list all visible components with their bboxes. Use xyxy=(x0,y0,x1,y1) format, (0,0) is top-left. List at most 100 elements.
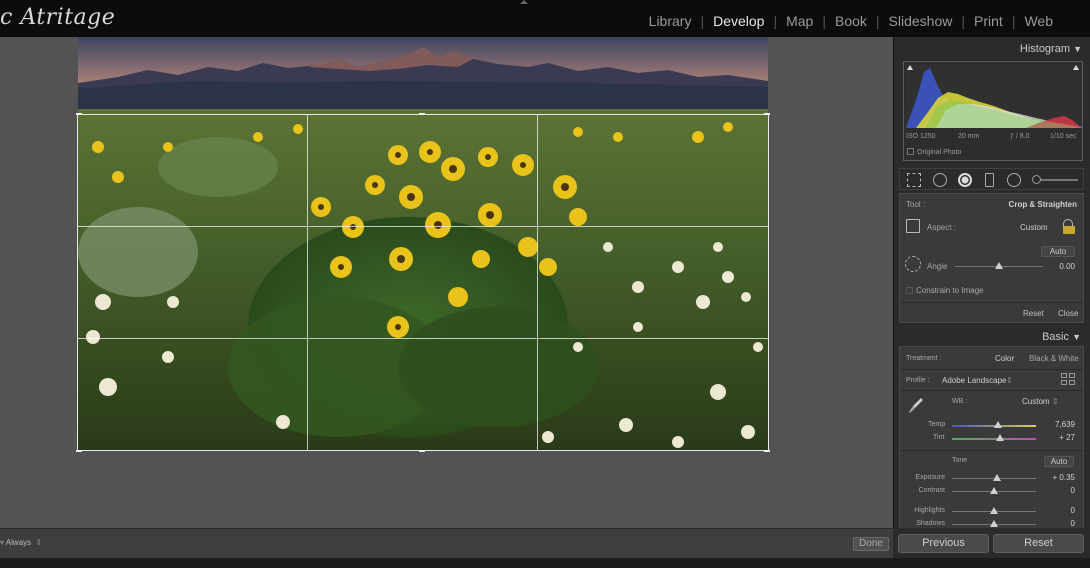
lock-icon[interactable] xyxy=(1063,226,1075,234)
basic-header[interactable]: Basic ▼ xyxy=(898,328,1085,346)
profile-dropdown-icon[interactable]: ⇕ xyxy=(1006,376,1013,385)
basic-title: Basic xyxy=(1042,331,1069,343)
collapse-triangle-icon[interactable]: ▼ xyxy=(1073,40,1082,58)
highlights-label: Highlights xyxy=(914,507,945,514)
graduated-filter-icon[interactable] xyxy=(985,173,994,187)
module-web[interactable]: Web xyxy=(1024,13,1053,29)
top-bar: c Atritage Library | Develop | Map | Book | Slid… xyxy=(0,0,1090,37)
checkbox-icon[interactable] xyxy=(907,148,914,155)
highlights-slider-thumb[interactable] xyxy=(990,507,998,514)
checkbox-icon[interactable] xyxy=(906,287,913,294)
tint-value[interactable]: + 27 xyxy=(1059,433,1075,442)
module-separator: | xyxy=(875,13,880,29)
angle-value[interactable]: 0.00 xyxy=(1059,262,1075,271)
crop-overlay-tool-icon[interactable] xyxy=(907,173,921,187)
hide-panel-arrow-icon[interactable] xyxy=(520,0,528,4)
exposure-value[interactable]: + 0.35 xyxy=(1053,473,1075,482)
original-photo-checkbox[interactable]: Original Photo xyxy=(907,148,961,156)
treatment-color-button[interactable]: Color xyxy=(995,354,1014,363)
radial-filter-icon[interactable] xyxy=(1007,173,1021,187)
overlay-selector[interactable]: ▾ Always ⇕ xyxy=(0,538,42,547)
filmstrip-bar xyxy=(0,558,1090,568)
tone-auto-button[interactable]: Auto xyxy=(1044,456,1074,467)
module-separator: | xyxy=(961,13,966,29)
eyedropper-icon[interactable] xyxy=(907,396,925,416)
module-develop[interactable]: Develop xyxy=(713,13,764,29)
aspect-label: Aspect : xyxy=(927,223,956,232)
module-separator: | xyxy=(1011,13,1016,29)
module-separator: | xyxy=(822,13,826,29)
profile-value[interactable]: Adobe Landscape xyxy=(942,376,1007,385)
treatment-label: Treatment : xyxy=(906,355,942,362)
histogram-graph xyxy=(906,64,1082,128)
module-slideshow[interactable]: Slideshow xyxy=(889,13,953,29)
tint-slider-thumb[interactable] xyxy=(995,434,1004,441)
divider xyxy=(900,450,1083,451)
photo-image xyxy=(78,37,768,451)
treatment-bw-button[interactable]: Black & White xyxy=(1029,354,1079,363)
module-separator: | xyxy=(773,13,778,29)
module-print[interactable]: Print xyxy=(974,13,1003,29)
identity-plate-logo: c Atritage xyxy=(0,5,116,30)
temp-value[interactable]: 7,639 xyxy=(1055,420,1075,429)
crop-reset-button[interactable]: Reset xyxy=(1023,309,1044,318)
shadows-slider-thumb[interactable] xyxy=(990,520,998,527)
focal-length: 20 mm xyxy=(958,133,980,140)
crop-frame-icon[interactable] xyxy=(906,219,920,233)
basic-panel: Treatment : Color Black & White Profile … xyxy=(899,346,1084,531)
photo-preview[interactable] xyxy=(78,37,768,451)
previous-button[interactable]: Previous xyxy=(898,534,989,553)
wb-value[interactable]: Custom xyxy=(1022,397,1050,406)
done-button[interactable]: Done xyxy=(853,537,889,551)
tool-label: Tool : xyxy=(906,200,926,209)
profile-browser-icon[interactable] xyxy=(1061,373,1075,385)
angle-slider-thumb[interactable] xyxy=(995,262,1003,269)
tool-name: Crop & Straighten xyxy=(1008,200,1077,209)
aspect-value[interactable]: Custom xyxy=(1020,223,1048,232)
spot-removal-tool-icon[interactable] xyxy=(933,173,947,187)
straighten-tool-icon[interactable] xyxy=(905,256,921,272)
panel-bottom-buttons: Previous Reset xyxy=(893,528,1090,558)
contrast-value[interactable]: 0 xyxy=(1071,486,1075,495)
shadow-clipping-icon[interactable] xyxy=(907,65,913,70)
temp-label: Temp xyxy=(928,421,946,428)
divider xyxy=(900,369,1083,370)
module-library[interactable]: Library xyxy=(649,13,692,29)
histogram-title: Histogram xyxy=(1019,43,1070,55)
collapse-triangle-icon[interactable]: ▼ xyxy=(1072,328,1081,346)
histogram-panel: ISO 1250 20 mm ƒ / 8.0 1/10 sec Original… xyxy=(903,61,1083,161)
tone-label: Tone xyxy=(952,457,968,464)
iso-value: ISO 1250 xyxy=(906,133,936,140)
constrain-label: Constrain to Image xyxy=(916,286,984,295)
auto-straighten-button[interactable]: Auto xyxy=(1041,246,1075,257)
module-book[interactable]: Book xyxy=(835,13,867,29)
exposure-slider-thumb[interactable] xyxy=(992,474,1001,481)
profile-label: Profile : xyxy=(906,377,930,384)
bottom-toolbar: ▾ Always ⇕ Done xyxy=(0,528,893,558)
tool-strip xyxy=(899,168,1084,190)
temp-slider-thumb[interactable] xyxy=(994,421,1003,428)
module-map[interactable]: Map xyxy=(786,13,813,29)
histogram-header[interactable]: Histogram ▼ xyxy=(899,40,1086,58)
brush-knob-icon[interactable] xyxy=(1032,175,1041,184)
crop-close-button[interactable]: Close xyxy=(1058,309,1078,318)
stepper-arrows-icon: ⇕ xyxy=(35,538,43,547)
angle-label: Angle xyxy=(927,262,948,271)
constrain-to-image-checkbox[interactable]: Constrain to Image xyxy=(906,286,984,295)
module-separator: | xyxy=(700,13,705,29)
shadows-value[interactable]: 0 xyxy=(1071,519,1075,528)
contrast-slider-thumb[interactable] xyxy=(990,487,998,494)
tint-label: Tint xyxy=(933,434,945,441)
highlights-value[interactable]: 0 xyxy=(1071,506,1075,515)
tint-slider-track[interactable] xyxy=(952,438,1036,440)
wb-label: WB : xyxy=(952,398,968,405)
red-eye-tool-icon[interactable] xyxy=(958,173,972,187)
image-canvas[interactable] xyxy=(0,37,893,528)
overlay-value: Always xyxy=(5,538,32,547)
original-photo-label: Original Photo xyxy=(917,149,962,156)
aperture-value: ƒ / 8.0 xyxy=(1010,133,1030,140)
highlight-clipping-icon[interactable] xyxy=(1073,65,1079,70)
divider xyxy=(900,302,1083,303)
wb-dropdown-icon[interactable]: ⇕ xyxy=(1052,397,1059,406)
reset-button[interactable]: Reset xyxy=(993,534,1084,553)
